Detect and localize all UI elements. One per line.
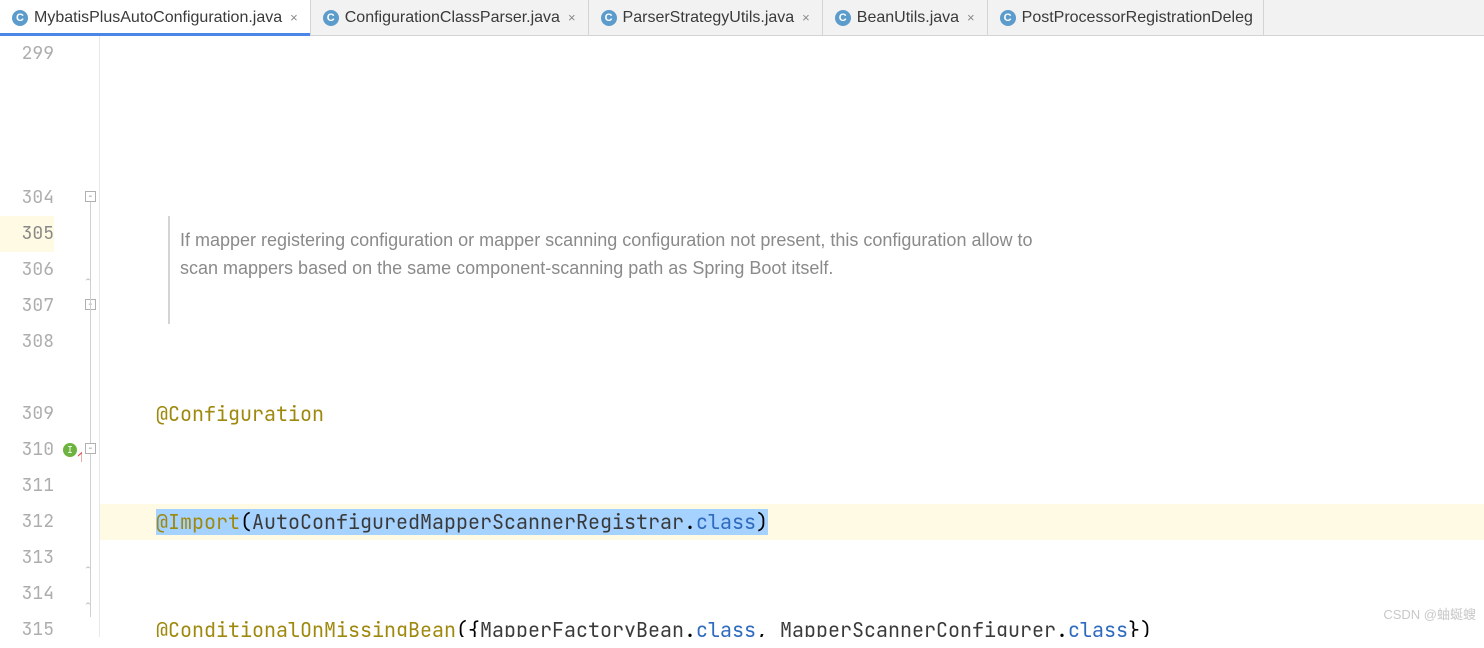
java-class-icon bbox=[601, 10, 617, 26]
fold-column: − − − ⌃ ⌃ ⌃ bbox=[82, 36, 100, 637]
tab-beanutils[interactable]: BeanUtils.java × bbox=[823, 0, 988, 35]
java-class-icon bbox=[1000, 10, 1016, 26]
tab-configclassparser[interactable]: ConfigurationClassParser.java × bbox=[311, 0, 589, 35]
code-content[interactable]: If mapper registering configuration or m… bbox=[100, 36, 1484, 637]
annotation: @ConditionalOnMissingBean bbox=[156, 617, 456, 637]
line-number-gutter: 299 304 305 306 307 308 309 310 311 312 … bbox=[0, 36, 60, 637]
close-icon[interactable]: × bbox=[288, 10, 300, 25]
tab-mybatisplus[interactable]: MybatisPlusAutoConfiguration.java × bbox=[0, 0, 311, 35]
fold-toggle-icon[interactable]: − bbox=[85, 191, 96, 202]
tab-label: ParserStrategyUtils.java bbox=[623, 9, 795, 27]
close-icon[interactable]: × bbox=[566, 10, 578, 25]
close-icon[interactable]: × bbox=[800, 10, 812, 25]
annotation: @Configuration bbox=[156, 401, 324, 427]
fold-end-icon: ⌃ bbox=[85, 587, 91, 623]
tab-label: PostProcessorRegistrationDeleg bbox=[1022, 9, 1253, 27]
tab-postprocessor[interactable]: PostProcessorRegistrationDeleg bbox=[988, 0, 1264, 35]
tab-label: BeanUtils.java bbox=[857, 9, 959, 27]
java-class-icon bbox=[12, 10, 28, 26]
editor-tab-bar: MybatisPlusAutoConfiguration.java × Conf… bbox=[0, 0, 1484, 36]
fold-end-icon: ⌃ bbox=[85, 263, 91, 299]
annotation: @Import bbox=[156, 509, 240, 535]
code-editor[interactable]: 299 304 305 306 307 308 309 310 311 312 … bbox=[0, 36, 1484, 637]
override-gutter-icon[interactable]: I bbox=[63, 443, 77, 457]
marker-column: I ↑ bbox=[60, 36, 82, 637]
fold-end-icon: ⌃ bbox=[85, 551, 91, 587]
close-icon[interactable]: × bbox=[965, 10, 977, 25]
java-class-icon bbox=[323, 10, 339, 26]
tab-label: ConfigurationClassParser.java bbox=[345, 9, 560, 27]
watermark-text: CSDN @蚰蜒螋 bbox=[1383, 597, 1476, 633]
tab-parserstrategy[interactable]: ParserStrategyUtils.java × bbox=[589, 0, 823, 35]
tab-label: MybatisPlusAutoConfiguration.java bbox=[34, 9, 282, 27]
fold-toggle-icon[interactable]: − bbox=[85, 443, 96, 454]
java-class-icon bbox=[835, 10, 851, 26]
javadoc-rendered: If mapper registering configuration or m… bbox=[168, 216, 1068, 324]
